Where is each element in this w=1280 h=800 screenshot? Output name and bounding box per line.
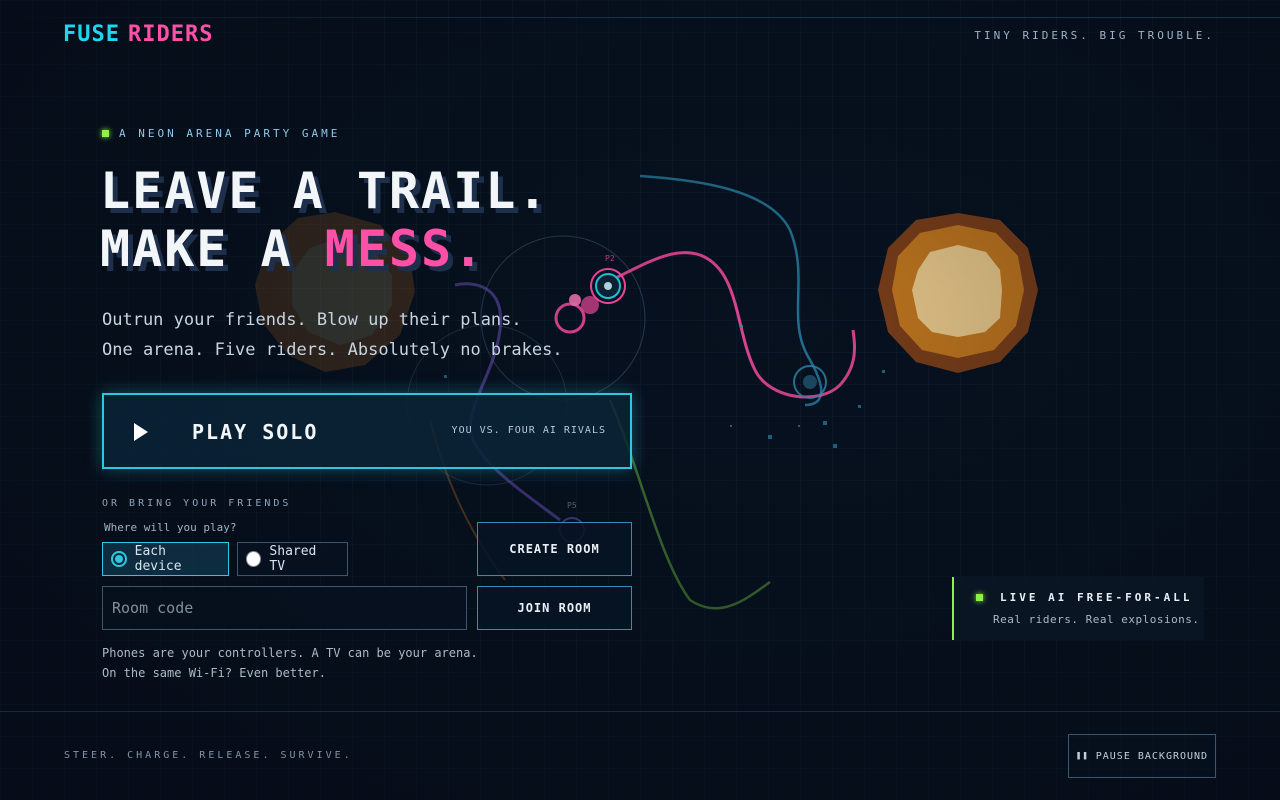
play-icon xyxy=(134,423,148,441)
top-divider xyxy=(0,17,1280,18)
subtitle-line-2: One arena. Five riders. Absolutely no br… xyxy=(102,340,563,360)
play-solo-button[interactable]: PLAY SOLO YOU VS. FOUR AI RIVALS xyxy=(102,393,632,469)
logo-part-1: FUSE xyxy=(63,22,120,47)
hero-subtitle: Outrun your friends. Blow up their plans… xyxy=(102,305,563,365)
radio-unselected-icon xyxy=(246,551,262,567)
room-code-input[interactable] xyxy=(102,586,467,630)
kicker: A NEON ARENA PARTY GAME xyxy=(102,127,340,140)
help-line-2: On the same Wi-Fi? Even better. xyxy=(102,666,326,680)
subtitle-line-1: Outrun your friends. Blow up their plans… xyxy=(102,310,522,330)
footer-divider xyxy=(0,711,1280,712)
play-solo-label: PLAY SOLO xyxy=(192,420,319,444)
join-room-button[interactable]: JOIN ROOM xyxy=(477,586,632,630)
tagline: TINY RIDERS. BIG TROUBLE. xyxy=(974,29,1215,42)
pause-background-label: PAUSE BACKGROUND xyxy=(1095,750,1209,762)
radio-each-device-label: Each device xyxy=(134,544,182,574)
live-indicator-icon xyxy=(976,594,983,601)
live-panel: LIVE AI FREE-FOR-ALL Real riders. Real e… xyxy=(952,577,1204,640)
logo-part-2: RIDERS xyxy=(127,22,214,47)
footer-slogan: STEER. CHARGE. RELEASE. SURVIVE. xyxy=(64,750,353,761)
headline-line-2: MAKE A MESS. xyxy=(100,220,549,278)
headline: LEAVE A TRAIL. MAKE A MESS. xyxy=(100,162,549,278)
radio-selected-icon xyxy=(111,551,127,567)
headline-line-1: LEAVE A TRAIL. xyxy=(100,162,550,220)
play-solo-note: YOU VS. FOUR AI RIVALS xyxy=(451,425,606,436)
help-line-1: Phones are your controllers. A TV can be… xyxy=(102,646,478,660)
pause-icon: ❚❚ xyxy=(1075,751,1089,761)
friends-heading: OR BRING YOUR FRIENDS xyxy=(102,498,292,509)
radio-shared-tv[interactable]: Shared TV xyxy=(237,542,348,576)
create-room-button[interactable]: CREATE ROOM xyxy=(477,522,632,576)
green-dot-icon xyxy=(102,130,109,137)
where-question: Where will you play? xyxy=(104,521,237,534)
live-panel-title: LIVE AI FREE-FOR-ALL xyxy=(1000,591,1193,604)
logo[interactable]: FUSE RIDERS xyxy=(63,22,213,47)
live-panel-subtitle: Real riders. Real explosions. xyxy=(993,613,1200,626)
radio-shared-tv-label: Shared TV xyxy=(269,544,317,574)
radio-each-device[interactable]: Each device xyxy=(102,542,229,576)
kicker-text: A NEON ARENA PARTY GAME xyxy=(119,127,341,140)
help-text: Phones are your controllers. A TV can be… xyxy=(102,643,478,683)
pause-background-button[interactable]: ❚❚ PAUSE BACKGROUND xyxy=(1068,734,1216,778)
headline-line-2-prefix: MAKE A xyxy=(100,220,325,278)
headline-accent: MESS. xyxy=(324,220,486,278)
